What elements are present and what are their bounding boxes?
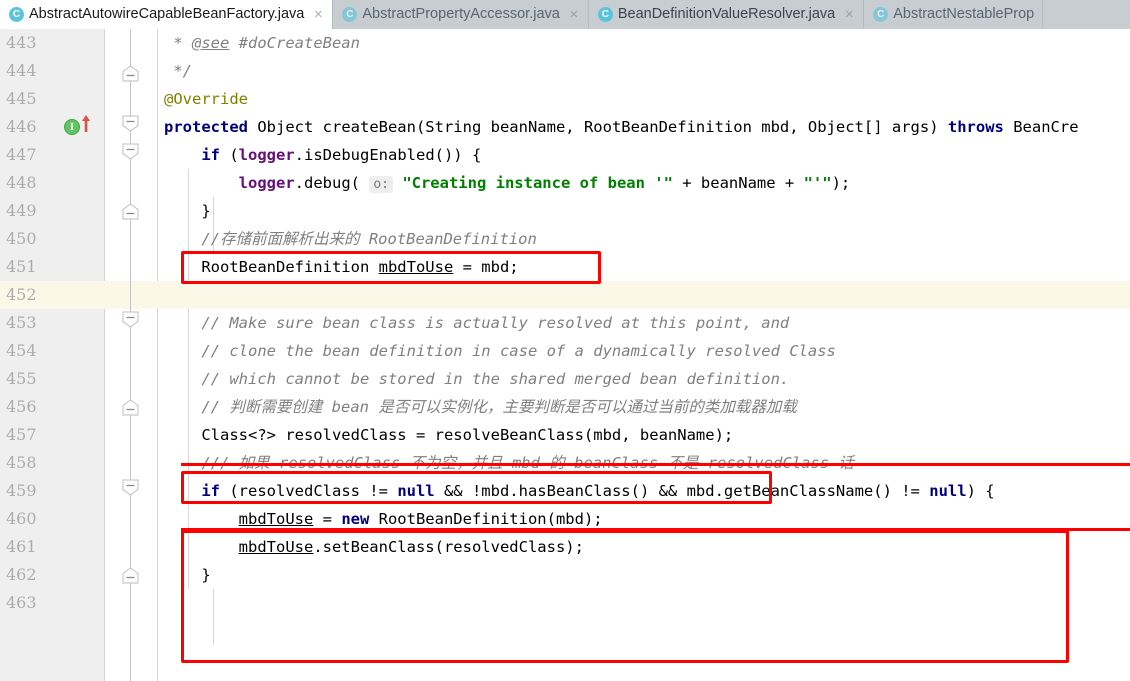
java-class-icon: C [873, 7, 889, 22]
code-line-457: 457 Class<?> resolvedClass = resolveBean… [0, 421, 1130, 449]
line-number: 459 [6, 481, 37, 500]
line-number: 443 [6, 33, 37, 52]
code-line-462: 462 } [0, 561, 1130, 589]
tab-label: BeanDefinitionValueResolver.java [617, 6, 836, 22]
java-class-icon: C [597, 7, 613, 22]
line-content: // clone the bean definition in case of … [164, 342, 836, 360]
arrow-up-icon [80, 113, 92, 132]
line-content: Class<?> resolvedClass = resolveBeanClas… [164, 426, 734, 444]
fold-marker-collapse[interactable] [122, 65, 139, 82]
close-icon[interactable]: × [843, 7, 855, 22]
line-number: 456 [6, 397, 37, 416]
line-number: 460 [6, 509, 37, 528]
java-class-icon: C [9, 7, 24, 22]
line-content: //存储前面解析出来的 RootBeanDefinition [164, 230, 537, 248]
code-line-453: 453 // Make sure bean class is actually … [0, 309, 1130, 337]
line-number: 454 [6, 341, 37, 360]
line-content: * @see #doCreateBean [164, 34, 360, 52]
code-line-450: 450 //存储前面解析出来的 RootBeanDefinition [0, 225, 1130, 253]
line-number: 453 [6, 313, 37, 332]
code-line-451: 451 RootBeanDefinition mbdToUse = mbd; [0, 253, 1130, 281]
editor-window: C AbstractAutowireCapableBeanFactory.jav… [0, 0, 1130, 681]
java-class-icon: C [342, 7, 358, 22]
implementing-method-icon[interactable]: I [64, 119, 80, 135]
code-line-447: 447 if (logger.isDebugEnabled()) { [0, 141, 1130, 169]
line-number: 457 [6, 425, 37, 444]
fold-marker-collapse[interactable] [122, 311, 139, 328]
line-content: if (resolvedClass != null && !mbd.hasBea… [201, 482, 995, 500]
fold-marker-collapse[interactable] [122, 203, 139, 220]
line-content: protected Object createBean(String beanN… [164, 118, 1079, 136]
code-lines: 443 * @see #doCreateBean 444 */ 445 @Ove… [0, 29, 1130, 681]
line-number: 450 [6, 229, 37, 248]
line-number: 444 [6, 61, 37, 80]
tab-abstractnestableproperty[interactable]: C AbstractNestableProp [864, 0, 1044, 29]
fold-marker-collapse[interactable] [122, 567, 139, 584]
fold-marker-collapse[interactable] [122, 399, 139, 416]
code-line-455: 455 // which cannot be stored in the sha… [0, 365, 1130, 393]
line-number: 452 [6, 285, 37, 304]
line-content: mbdToUse.setBeanClass(resolvedClass); [238, 538, 584, 556]
line-number: 455 [6, 369, 37, 388]
fold-marker-collapse[interactable] [122, 115, 139, 132]
code-line-448: 448 logger.debug( o: "Creating instance … [0, 169, 1130, 197]
line-number: 461 [6, 537, 37, 556]
line-content: // 判断需要创建 bean 是否可以实例化，主要判断是否可以通过当前的类加载器… [164, 398, 797, 416]
line-number: 447 [6, 145, 37, 164]
line-content: if (logger.isDebugEnabled()) { [201, 146, 482, 164]
code-line-452: 452 [0, 281, 1130, 309]
line-content: @Override [164, 90, 248, 108]
code-line-444: 444 */ [0, 57, 1130, 85]
line-number: 463 [6, 593, 37, 612]
close-icon[interactable]: × [568, 7, 580, 22]
code-line-454: 454 // clone the bean definition in case… [0, 337, 1130, 365]
parameter-hint: o: [369, 176, 393, 193]
code-line-445: 445 @Override [0, 85, 1130, 113]
line-content: RootBeanDefinition mbdToUse = mbd; [164, 258, 519, 276]
line-number: 448 [6, 173, 37, 192]
tab-label: AbstractNestableProp [893, 6, 1035, 22]
line-content: } [164, 566, 211, 584]
fold-marker-collapse[interactable] [122, 479, 139, 496]
code-line-461: 461 mbdToUse.setBeanClass(resolvedClass)… [0, 533, 1130, 561]
tab-label: AbstractPropertyAccessor.java [362, 6, 560, 22]
tab-abstractautowirecapablebeanfactory[interactable]: C AbstractAutowireCapableBeanFactory.jav… [0, 0, 334, 29]
line-number: 449 [6, 201, 37, 220]
line-number: 458 [6, 453, 37, 472]
annotation-underline-comment-458 [181, 528, 1130, 531]
tab-beandefinitionvalueresolver[interactable]: C BeanDefinitionValueResolver.java × [588, 0, 865, 29]
code-line-463: 463 [0, 589, 1130, 617]
annotation-underline-comment-456 [181, 463, 1130, 466]
line-number: 446 [6, 117, 37, 136]
line-number: 462 [6, 565, 37, 584]
line-number: 445 [6, 89, 37, 108]
fold-marker-collapse[interactable] [122, 143, 139, 160]
line-content: // which cannot be stored in the shared … [164, 370, 790, 388]
line-content: // Make sure bean class is actually reso… [164, 314, 790, 332]
code-line-449: 449 } [0, 197, 1130, 225]
line-content: logger.debug( o: "Creating instance of b… [238, 174, 851, 193]
code-line-443: 443 * @see #doCreateBean [0, 29, 1130, 57]
code-line-456: 456 // 判断需要创建 bean 是否可以实例化，主要判断是否可以通过当前的… [0, 393, 1130, 421]
code-editor[interactable]: 443 * @see #doCreateBean 444 */ 445 @Ove… [0, 29, 1130, 681]
tab-label: AbstractAutowireCapableBeanFactory.java [29, 6, 305, 22]
code-line-459: 459 if (resolvedClass != null && !mbd.ha… [0, 477, 1130, 505]
tab-abstractpropertyaccessor[interactable]: C AbstractPropertyAccessor.java × [333, 0, 589, 29]
editor-tab-bar: C AbstractAutowireCapableBeanFactory.jav… [0, 0, 1130, 29]
code-line-446: 446 protected Object createBean(String b… [0, 113, 1130, 141]
line-number: 451 [6, 257, 37, 276]
line-content: */ [164, 62, 192, 80]
close-icon[interactable]: × [312, 7, 324, 22]
line-content: } [164, 202, 211, 220]
